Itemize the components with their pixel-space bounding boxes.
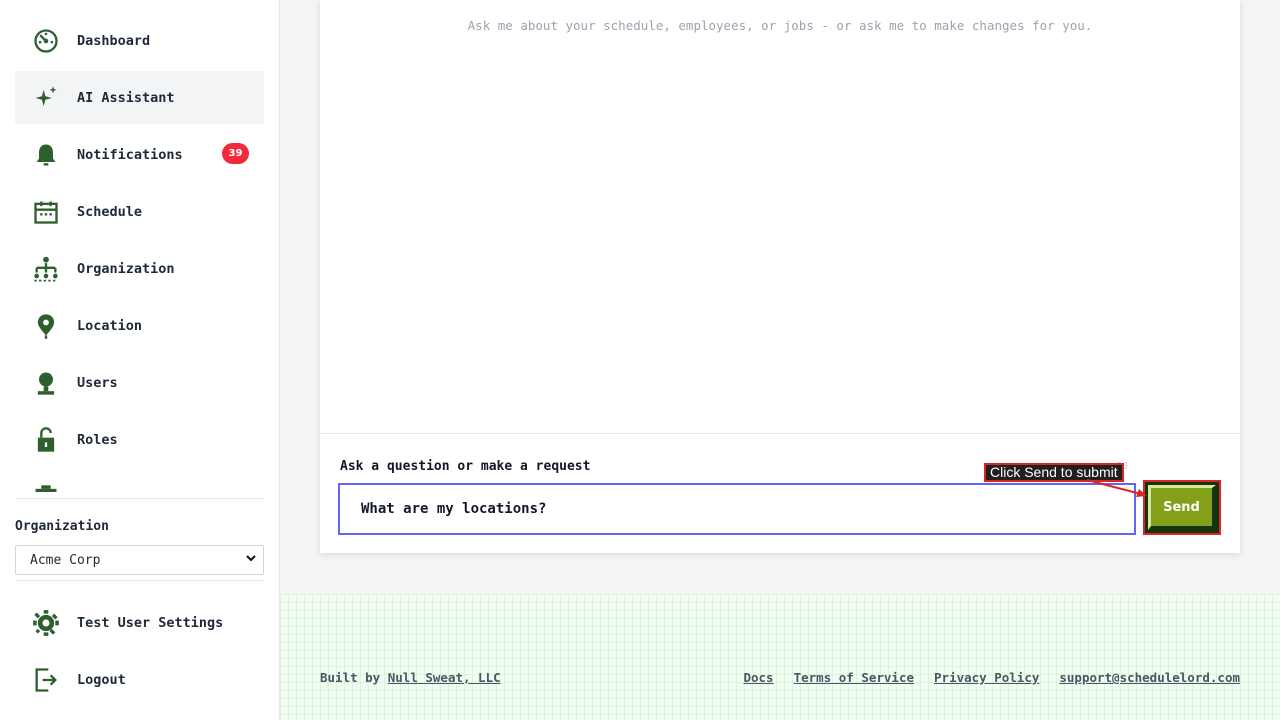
- footer-link-terms[interactable]: Terms of Service: [794, 670, 914, 685]
- organization-select[interactable]: Acme Corp: [15, 545, 264, 575]
- notification-count-badge: 39: [222, 143, 249, 164]
- footer-built-by: Built by: [320, 670, 381, 685]
- sidebar-item-label: Notifications: [77, 146, 183, 163]
- dashboard-icon: [30, 25, 62, 57]
- logout-label: Logout: [77, 671, 126, 688]
- sidebar-item-schedule[interactable]: Schedule: [15, 185, 264, 238]
- gear-icon: [30, 607, 62, 639]
- sidebar-item-label: Dashboard: [77, 32, 151, 49]
- briefcase-icon: [30, 481, 62, 493]
- footer-credit: Built by Null Sweat, LLC: [320, 670, 501, 685]
- send-button-label: Send: [1148, 485, 1216, 530]
- sidebar-item-organization[interactable]: Organization: [15, 242, 264, 295]
- bell-icon: [30, 139, 62, 171]
- footer: Built by Null Sweat, LLC Docs Terms of S…: [280, 594, 1280, 720]
- footer-links: Docs Terms of Service Privacy Policy sup…: [743, 670, 1240, 685]
- org-chart-icon: [30, 253, 62, 285]
- organization-select-value: Acme Corp: [30, 552, 101, 568]
- chevron-down-icon: [245, 552, 257, 568]
- logout-link[interactable]: Logout: [15, 653, 264, 706]
- unlock-icon: [30, 424, 62, 456]
- sidebar-item-users[interactable]: Users: [15, 356, 264, 409]
- sidebar-item-label: Users: [77, 374, 118, 391]
- sidebar-nav: Dashboard AI Assistant Notifications 39 …: [15, 14, 264, 492]
- sidebar-divider: [15, 580, 264, 581]
- sidebar-item-more[interactable]: [15, 470, 264, 492]
- settings-label: Test User Settings: [77, 614, 224, 631]
- chat-input[interactable]: [338, 483, 1136, 535]
- sidebar-divider: [15, 498, 264, 499]
- sidebar-item-ai-assistant[interactable]: AI Assistant: [15, 71, 264, 124]
- footer-company-link[interactable]: Null Sweat, LLC: [388, 670, 501, 685]
- sidebar: Dashboard AI Assistant Notifications 39 …: [0, 0, 280, 720]
- sidebar-item-label: AI Assistant: [77, 89, 175, 106]
- sparkle-icon: [30, 82, 62, 114]
- sidebar-item-location[interactable]: Location: [15, 299, 264, 352]
- map-pin-icon: [30, 310, 62, 342]
- logout-icon: [30, 664, 62, 696]
- footer-link-privacy[interactable]: Privacy Policy: [934, 670, 1039, 685]
- settings-link[interactable]: Test User Settings: [15, 596, 264, 649]
- sidebar-item-dashboard[interactable]: Dashboard: [15, 14, 264, 67]
- footer-link-docs[interactable]: Docs: [743, 670, 773, 685]
- organization-label: Organization: [15, 519, 109, 534]
- sidebar-item-label: Location: [77, 317, 143, 334]
- sidebar-item-roles[interactable]: Roles: [15, 413, 264, 466]
- calendar-icon: [30, 196, 62, 228]
- sidebar-item-label: Schedule: [77, 203, 143, 220]
- compose-label: Ask a question or make a request: [340, 459, 591, 474]
- sidebar-item-notifications[interactable]: Notifications 39: [15, 128, 264, 181]
- annotation-arrow-icon: [1086, 479, 1147, 497]
- user-icon: [30, 367, 62, 399]
- footer-link-support-email[interactable]: support@schedulelord.com: [1059, 670, 1240, 685]
- chat-intro-text: Ask me about your schedule, employees, o…: [467, 18, 1093, 33]
- compose-divider: [320, 433, 1240, 434]
- sidebar-item-label: Organization: [77, 260, 175, 277]
- sidebar-item-label: Roles: [77, 431, 118, 448]
